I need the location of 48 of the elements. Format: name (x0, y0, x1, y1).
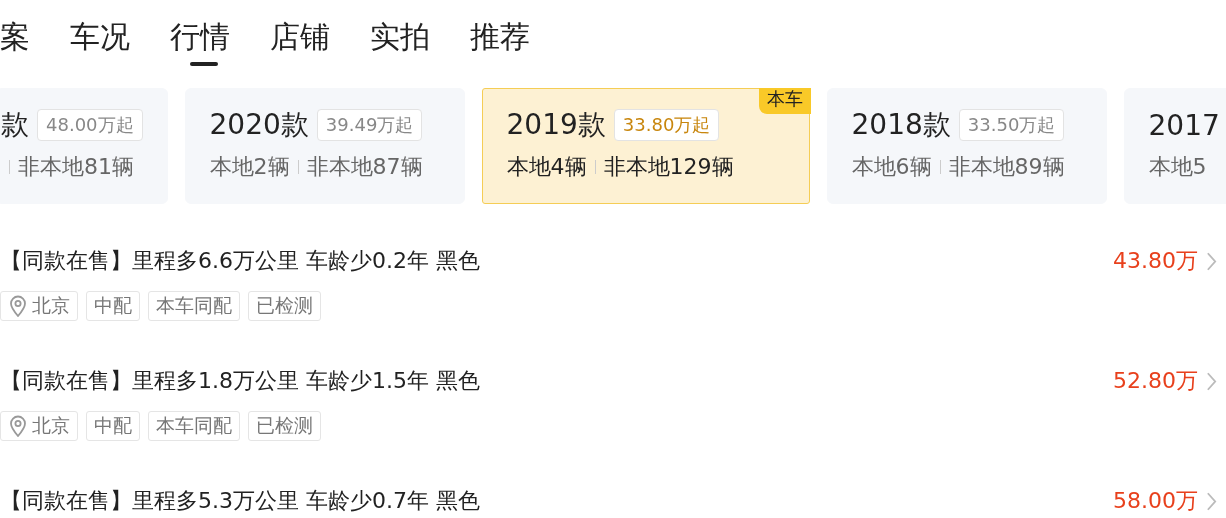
price-tag: 33.80万起 (613, 109, 720, 141)
listing-tag: 北京 (0, 291, 78, 321)
tab[interactable]: 店铺 (270, 14, 330, 66)
listing-title[interactable]: 【同款在售】里程多1.8万公里 车龄少1.5年 黑色 (0, 366, 1113, 396)
nonlocal-count: 非本地89辆 (948, 153, 1065, 181)
listing-price: 58.00万 (1113, 487, 1198, 515)
listing-title[interactable]: 【同款在售】里程多6.6万公里 车龄少0.2年 黑色 (0, 246, 1113, 276)
nonlocal-count: 非本地87辆 (306, 153, 423, 181)
listing-tag: 本车同配 (148, 291, 240, 321)
version-card[interactable]: 2018款 33.50万起 本地6辆 非本地89辆 (826, 88, 1107, 204)
listing-title[interactable]: 【同款在售】里程多5.3万公里 车龄少0.7年 黑色 (0, 486, 1113, 516)
tab[interactable]: 推荐 (470, 14, 530, 66)
listing-tag: 已检测 (248, 411, 321, 441)
listing-tag: 北京 (0, 411, 78, 441)
listing-price: 43.80万 (1113, 247, 1198, 275)
tab[interactable]: 案 (0, 14, 30, 66)
chevron-icon[interactable] (1206, 250, 1217, 272)
version-year: 2018款 (851, 107, 951, 143)
local-count: 本地2辆 (209, 153, 290, 181)
price-tag: 39.49万起 (316, 109, 423, 141)
version-year: 款 (1, 107, 29, 143)
version-card[interactable]: 款 48.00万起 非本地81辆 (0, 88, 168, 204)
tab[interactable]: 实拍 (370, 14, 430, 66)
listing-tag: 中配 (86, 291, 140, 321)
location-pin-icon (8, 415, 28, 437)
current-car-badge: 本车 (758, 88, 811, 114)
listing-price: 52.80万 (1113, 367, 1198, 395)
chevron-icon[interactable] (1206, 490, 1217, 512)
version-year: 2020款 (209, 107, 309, 143)
tab[interactable]: 行情 (170, 14, 230, 66)
chevron-icon[interactable] (1206, 370, 1217, 392)
version-card[interactable]: 2019款 33.80万起 本地4辆 非本地129辆 本车 (481, 88, 810, 204)
local-count: 本地6辆 (851, 153, 932, 181)
tab[interactable]: 车况 (70, 14, 130, 66)
location-pin-icon (8, 295, 28, 317)
nonlocal-count: 非本地129辆 (603, 153, 734, 181)
version-card[interactable]: 2017 本地5 (1123, 88, 1226, 204)
version-card[interactable]: 2020款 39.49万起 本地2辆 非本地87辆 (184, 88, 465, 204)
price-tag: 33.50万起 (958, 109, 1065, 141)
version-year: 2019款 (506, 107, 606, 143)
local-count: 本地4辆 (506, 153, 587, 181)
local-count: 本地5 (1148, 153, 1207, 181)
listing-tag: 本车同配 (148, 411, 240, 441)
nonlocal-count: 非本地81辆 (18, 153, 134, 181)
listing-tag: 已检测 (248, 291, 321, 321)
version-year: 2017 (1148, 108, 1220, 142)
listing-tag: 中配 (86, 411, 140, 441)
price-tag: 48.00万起 (37, 109, 143, 141)
